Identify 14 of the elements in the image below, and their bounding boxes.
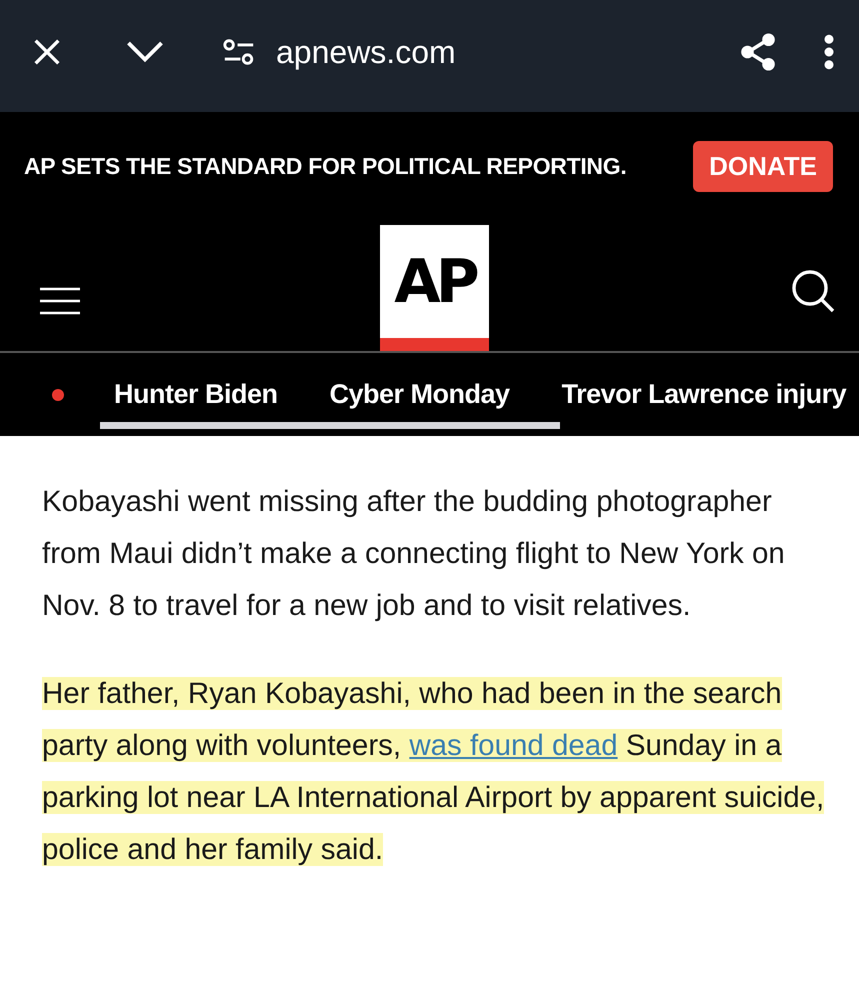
site-settings-button[interactable] xyxy=(222,37,256,67)
article-paragraph: Her father, Ryan Kobayashi, who had been in the search party along with volunteers, was found dead Sunday in a parking lot near LA International Airport by apparent suicide, police and her family said. xyxy=(42,676,826,868)
trending-link[interactable]: Trevor Lawrence injury xyxy=(562,379,846,410)
ap-logo[interactable]: AP xyxy=(380,225,489,351)
trending-link[interactable]: Hunter Biden xyxy=(114,379,278,410)
more-menu-button[interactable] xyxy=(823,34,835,70)
live-dot-icon xyxy=(52,388,64,400)
article-paragraph: Kobayashi went missing after the budding photographer from Maui didn’t make a connecting flight to New York on Nov. 8 to travel for a new job and to visit relatives. xyxy=(42,484,786,624)
menu-button[interactable] xyxy=(40,287,80,315)
donate-button[interactable]: DONATE xyxy=(693,140,833,192)
url-text[interactable]: apnews.com xyxy=(276,34,737,70)
article-link[interactable]: was found dead xyxy=(409,729,618,762)
banner-text: AP SETS THE STANDARD FOR POLITICAL REPORTING. xyxy=(24,152,626,180)
trending-link[interactable]: Cyber Monday xyxy=(330,379,510,410)
